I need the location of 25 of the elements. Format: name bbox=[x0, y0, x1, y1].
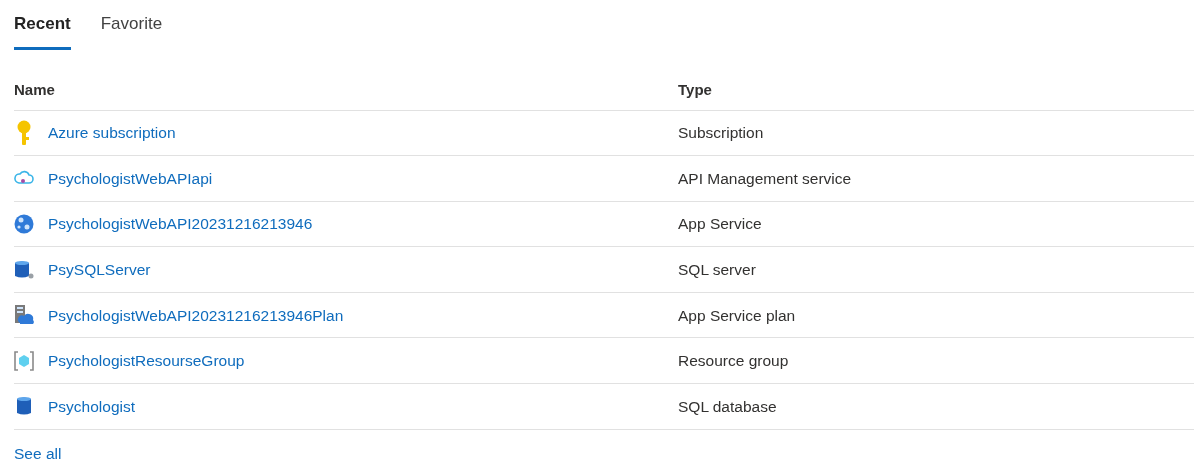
globe-icon bbox=[14, 214, 34, 234]
database-icon bbox=[14, 259, 34, 280]
resource-link[interactable]: PsySQLServer bbox=[48, 257, 151, 282]
resource-link[interactable]: PsychologistWebAPI20231216213946 bbox=[48, 212, 313, 236]
table-cell-text: Subscription bbox=[678, 123, 764, 144]
table-cell-text: SQL server bbox=[678, 259, 756, 280]
resource-link[interactable]: PsychologistResourseGroup bbox=[48, 349, 245, 373]
resource-link[interactable]: Psychologist bbox=[48, 394, 135, 418]
resource-link[interactable]: PsychologistWebAPIapi bbox=[48, 166, 213, 190]
table-cell-text: SQL database bbox=[678, 396, 777, 417]
tab[interactable]: Recent bbox=[14, 11, 71, 50]
cube-icon bbox=[14, 350, 34, 371]
tab[interactable]: Favorite bbox=[100, 11, 163, 50]
column-header: Type bbox=[678, 79, 712, 100]
resource-link[interactable]: PsychologistWebAPI20231216213946Plan bbox=[48, 303, 344, 327]
column-header: Name bbox=[14, 79, 56, 100]
table-cell-text: App Service plan bbox=[678, 305, 796, 326]
table-cell-text: API Management service bbox=[678, 168, 852, 189]
table-cell-text: Resource group bbox=[678, 351, 789, 372]
table-cell-text: App Service bbox=[678, 214, 762, 235]
see-all-link[interactable]: See all bbox=[14, 441, 62, 459]
resource-link[interactable]: Azure subscription bbox=[48, 121, 176, 145]
server-icon bbox=[14, 305, 34, 326]
database-icon bbox=[14, 396, 34, 417]
key-icon bbox=[17, 119, 31, 146]
